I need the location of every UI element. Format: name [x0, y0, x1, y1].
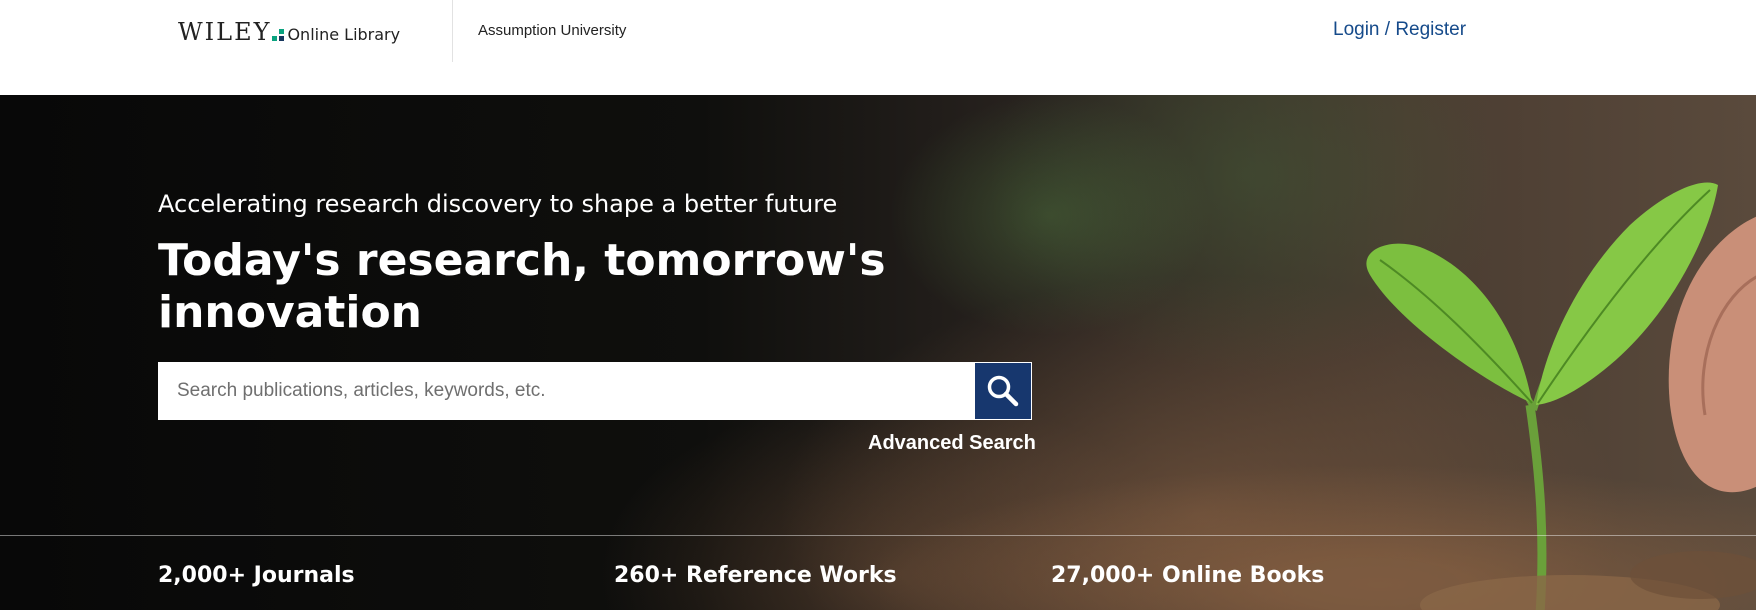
logo-wordmark: WILEY [178, 18, 272, 46]
logo-product-name: Online Library [287, 25, 401, 44]
logo-mark-icon [272, 29, 285, 41]
header-divider [452, 0, 453, 62]
search-button[interactable] [975, 363, 1031, 419]
stats-divider [0, 535, 1756, 536]
stat-journals[interactable]: 2,000+ Journals [158, 563, 355, 588]
seedling-illustration [1280, 182, 1756, 610]
search-input[interactable] [158, 362, 974, 420]
site-header: WILEY Online Library Assumption Universi… [0, 0, 1756, 95]
hero-tagline: Accelerating research discovery to shape… [158, 190, 838, 218]
wiley-online-library-logo[interactable]: WILEY Online Library [178, 18, 400, 50]
stat-reference-works[interactable]: 260+ Reference Works [614, 563, 897, 588]
search-icon [987, 375, 1019, 407]
hero-headline: Today's research, tomorrow's innovation [158, 235, 886, 338]
login-register-link[interactable]: Login / Register [1333, 19, 1466, 41]
hero-banner: Accelerating research discovery to shape… [0, 95, 1756, 610]
advanced-search-link[interactable]: Advanced Search [868, 432, 1036, 455]
search-bar [158, 362, 1032, 420]
institution-name: Assumption University [478, 22, 627, 39]
stat-online-books[interactable]: 27,000+ Online Books [1051, 563, 1324, 588]
